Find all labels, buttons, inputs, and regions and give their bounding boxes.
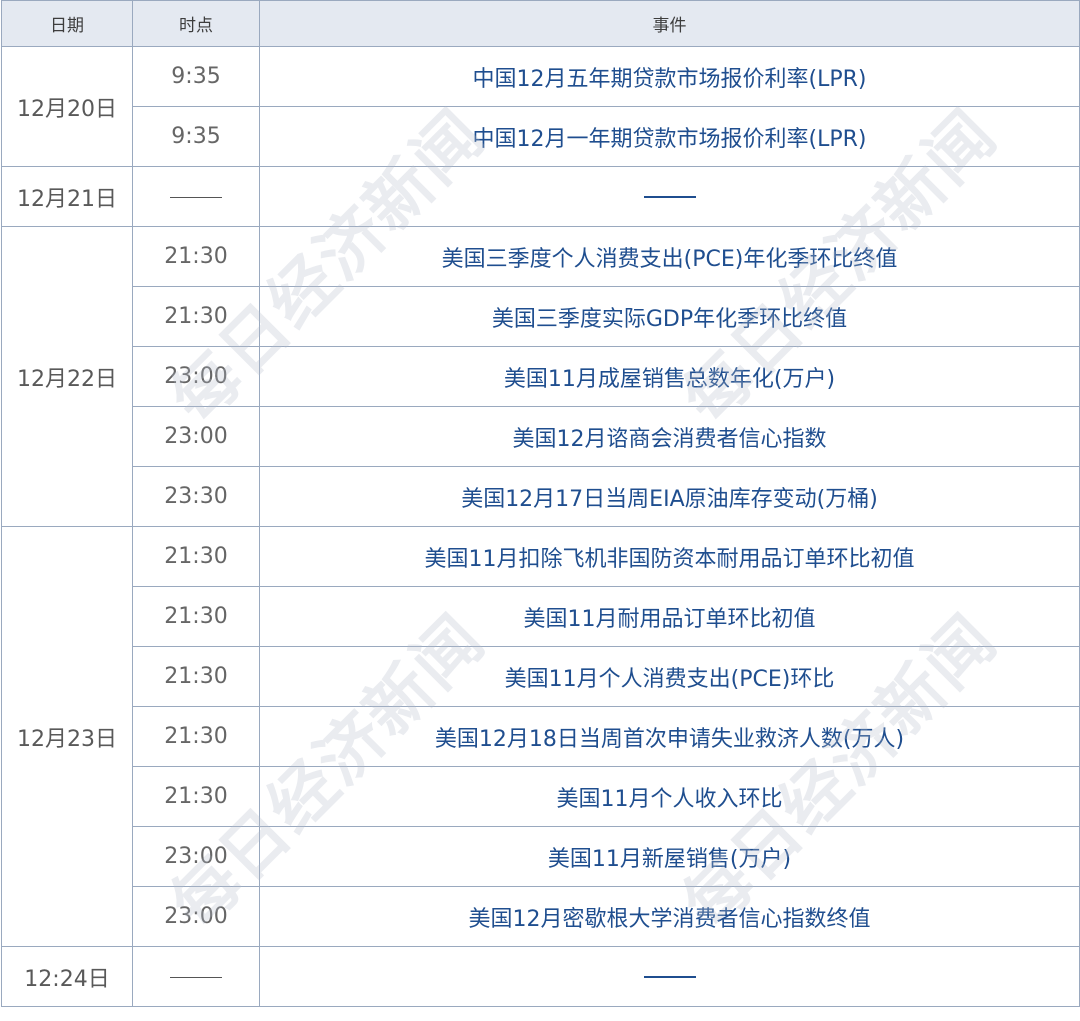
event-cell: 美国11月耐用品订单环比初值 <box>259 586 1080 647</box>
event-cell: 美国12月18日当周首次申请失业救济人数(万人) <box>259 706 1080 767</box>
empty-dash <box>643 976 696 978</box>
table-row: 9:35 中国12月一年期贷款市场报价利率(LPR) <box>2 106 1080 167</box>
table-row: 12月20日 9:35 中国12月五年期贷款市场报价利率(LPR) <box>1 46 1080 167</box>
time-cell: 9:35 <box>132 46 260 107</box>
event-cell: 中国12月五年期贷款市场报价利率(LPR) <box>259 46 1080 107</box>
economic-calendar-table: 日期 时点 事件 12月20日 9:35 中国12月五年期贷款市场报价利率(LPR)… <box>1 0 1080 1007</box>
date-cell: 12月22日 <box>1 226 133 527</box>
table-row: 23:00 美国12月密歇根大学消费者信心指数终值 <box>2 886 1080 947</box>
table-row: 12月23日 21:30 美国11月扣除飞机非国防资本耐用品订单环比初值 <box>1 526 1080 947</box>
header-date: 日期 <box>1 0 133 47</box>
table-row: 12月22日 21:30 美国三季度个人消费支出(PCE)年化季环比终值 <box>1 226 1080 527</box>
time-cell: 9:35 <box>132 106 260 167</box>
event-cell: 美国12月17日当周EIA原油库存变动(万桶) <box>259 466 1080 527</box>
table-row: 21:30 美国三季度实际GDP年化季环比终值 <box>2 286 1080 347</box>
event-cell: 美国11月个人消费支出(PCE)环比 <box>259 646 1080 707</box>
time-cell: 21:30 <box>132 646 260 707</box>
event-cell: 美国11月扣除飞机非国防资本耐用品订单环比初值 <box>259 526 1080 587</box>
date-cell: 12月20日 <box>1 46 133 167</box>
table-row: 21:30 美国11月耐用品订单环比初值 <box>2 586 1080 647</box>
time-cell: 23:00 <box>132 346 260 407</box>
event-cell: 美国11月个人收入环比 <box>259 766 1080 827</box>
time-cell-empty <box>132 946 260 1007</box>
event-cell: 美国三季度个人消费支出(PCE)年化季环比终值 <box>259 226 1080 287</box>
header-event: 事件 <box>259 0 1080 47</box>
event-cell-empty <box>259 166 1080 227</box>
table-row: 12月21日 <box>1 166 1080 227</box>
time-cell: 23:00 <box>132 406 260 467</box>
time-cell: 21:30 <box>132 226 260 287</box>
time-cell: 21:30 <box>132 586 260 647</box>
table-row: 23:00 美国12月谘商会消费者信心指数 <box>2 406 1080 467</box>
empty-dash <box>170 976 222 978</box>
event-cell: 中国12月一年期贷款市场报价利率(LPR) <box>259 106 1080 167</box>
date-cell: 12月23日 <box>1 526 133 947</box>
table-header-row: 日期 时点 事件 <box>1 0 1080 47</box>
event-cell: 美国12月谘商会消费者信心指数 <box>259 406 1080 467</box>
time-cell: 21:30 <box>132 706 260 767</box>
event-cell: 美国三季度实际GDP年化季环比终值 <box>259 286 1080 347</box>
time-cell: 21:30 <box>132 766 260 827</box>
table-row: 23:00 美国11月成屋销售总数年化(万户) <box>2 346 1080 407</box>
table-row: 21:30 美国12月18日当周首次申请失业救济人数(万人) <box>2 706 1080 767</box>
event-cell: 美国11月成屋销售总数年化(万户) <box>259 346 1080 407</box>
time-cell: 21:30 <box>132 526 260 587</box>
event-cell-empty <box>259 946 1080 1007</box>
header-time: 时点 <box>132 0 260 47</box>
table-row: 23:30 美国12月17日当周EIA原油库存变动(万桶) <box>2 466 1080 527</box>
time-cell: 21:30 <box>132 286 260 347</box>
event-cell: 美国12月密歇根大学消费者信心指数终值 <box>259 886 1080 947</box>
time-cell: 23:30 <box>132 466 260 527</box>
table-body: 12月20日 9:35 中国12月五年期贷款市场报价利率(LPR) 9:35 中国12月… <box>1 46 1080 1007</box>
time-cell-empty <box>132 166 260 227</box>
time-cell: 23:00 <box>132 886 260 947</box>
date-cell: 12月21日 <box>1 166 133 227</box>
time-cell: 23:00 <box>132 826 260 887</box>
schedule-page: 日期 时点 事件 12月20日 9:35 中国12月五年期贷款市场报价利率(LPR)… <box>0 0 1080 1021</box>
empty-dash <box>170 196 222 198</box>
event-cell: 美国11月新屋销售(万户) <box>259 826 1080 887</box>
table-row: 23:00 美国11月新屋销售(万户) <box>2 826 1080 887</box>
empty-dash <box>643 196 696 198</box>
table-row: 21:30 美国11月个人收入环比 <box>2 766 1080 827</box>
table-row: 12:24日 <box>1 946 1080 1007</box>
table-row: 21:30 美国11月个人消费支出(PCE)环比 <box>2 646 1080 707</box>
date-cell: 12:24日 <box>1 946 133 1007</box>
